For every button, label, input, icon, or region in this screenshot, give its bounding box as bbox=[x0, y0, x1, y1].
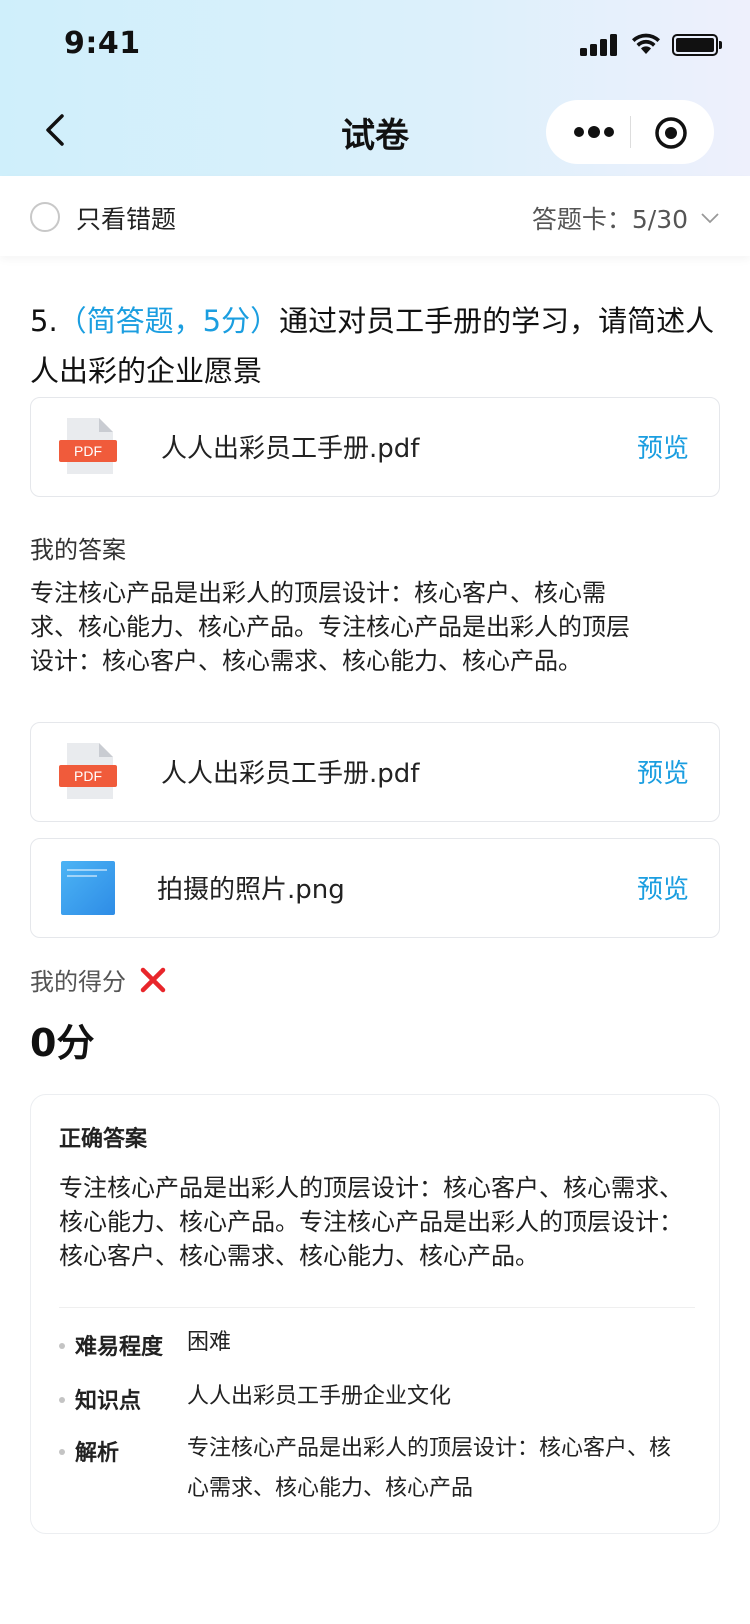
navigation-bar: 试卷 bbox=[0, 90, 750, 176]
answer-attachment-pdf[interactable]: PDF 人人出彩员工手册.pdf 预览 bbox=[30, 722, 720, 822]
my-answer-text: 专注核心产品是出彩人的顶层设计：核心客户、核心需求、核心能力、核心产品。专注核心… bbox=[30, 579, 630, 675]
correct-answer-card: 正确答案 专注核心产品是出彩人的顶层设计：核心客户、核心需求、核心能力、核心产品… bbox=[30, 1094, 720, 1534]
answer-card-toggle[interactable]: 答题卡：5/30 bbox=[532, 200, 720, 236]
file-name: 人人出彩员工手册.pdf bbox=[161, 759, 420, 789]
only-wrong-radio[interactable] bbox=[30, 202, 60, 232]
question-meta: （简答题，5分） bbox=[57, 304, 280, 338]
status-icons bbox=[580, 30, 722, 60]
pdf-icon: PDF bbox=[59, 743, 117, 799]
my-score-row: 我的得分 bbox=[30, 962, 166, 997]
file-name: 人人出彩员工手册.pdf bbox=[161, 434, 420, 464]
more-dots-icon[interactable] bbox=[572, 118, 616, 146]
preview-button[interactable]: 预览 bbox=[637, 753, 689, 790]
preview-button[interactable]: 预览 bbox=[637, 428, 689, 465]
pdf-icon-label: PDF bbox=[74, 768, 102, 784]
meta-key: 难易程度 bbox=[75, 1335, 164, 1360]
card-divider bbox=[59, 1307, 695, 1308]
meta-value: 人人出彩员工手册企业文化 bbox=[187, 1384, 452, 1409]
question-text: 5.（简答题，5分）通过对员工手册的学习，请简述人人出彩的企业愿景 bbox=[30, 296, 720, 396]
correct-answer-text: 专注核心产品是出彩人的顶层设计：核心客户、核心需求、核心能力、核心产品。专注核心… bbox=[59, 1174, 683, 1270]
close-target-icon[interactable] bbox=[654, 116, 688, 150]
image-thumbnail-icon bbox=[61, 861, 115, 915]
my-score-label: 我的得分 bbox=[30, 968, 126, 996]
preview-button[interactable]: 预览 bbox=[637, 869, 689, 906]
meta-key: 知识点 bbox=[75, 1389, 142, 1414]
answer-attachment-image[interactable]: 拍摄的照片.png 预览 bbox=[30, 838, 720, 938]
mini-program-capsule bbox=[546, 100, 714, 164]
wifi-icon bbox=[632, 33, 660, 54]
wrong-x-icon bbox=[140, 967, 166, 992]
only-wrong-label[interactable]: 只看错题 bbox=[76, 200, 176, 236]
chevron-down-icon bbox=[701, 213, 719, 224]
my-score-value: 0分 bbox=[30, 1021, 95, 1065]
bullet-dot bbox=[59, 1397, 65, 1403]
my-answer-label: 我的答案 bbox=[30, 536, 126, 564]
cellular-signal-icon bbox=[580, 34, 618, 56]
capsule-divider bbox=[630, 116, 631, 148]
file-name: 拍摄的照片.png bbox=[157, 875, 345, 905]
battery-icon bbox=[672, 34, 722, 56]
question-number: 5. bbox=[30, 304, 58, 338]
correct-answer-title: 正确答案 bbox=[59, 1127, 148, 1152]
question-attachment[interactable]: PDF 人人出彩员工手册.pdf 预览 bbox=[30, 397, 720, 497]
pdf-icon-label: PDF bbox=[74, 443, 102, 459]
meta-value: 困难 bbox=[187, 1330, 232, 1355]
meta-value: 专注核心产品是出彩人的顶层设计：核心客户、核心需求、核心能力、核心产品 bbox=[187, 1436, 672, 1501]
bullet-dot bbox=[59, 1343, 65, 1349]
back-arrow-icon[interactable] bbox=[36, 110, 76, 150]
meta-key: 解析 bbox=[75, 1441, 120, 1466]
pdf-icon: PDF bbox=[59, 418, 117, 474]
answer-card-label: 答题卡：5/30 bbox=[531, 205, 688, 234]
status-time: 9:41 bbox=[64, 26, 141, 61]
bullet-dot bbox=[59, 1449, 65, 1455]
filter-bar: 只看错题 答题卡：5/30 bbox=[0, 176, 750, 256]
status-bar: 9:41 bbox=[0, 0, 750, 90]
